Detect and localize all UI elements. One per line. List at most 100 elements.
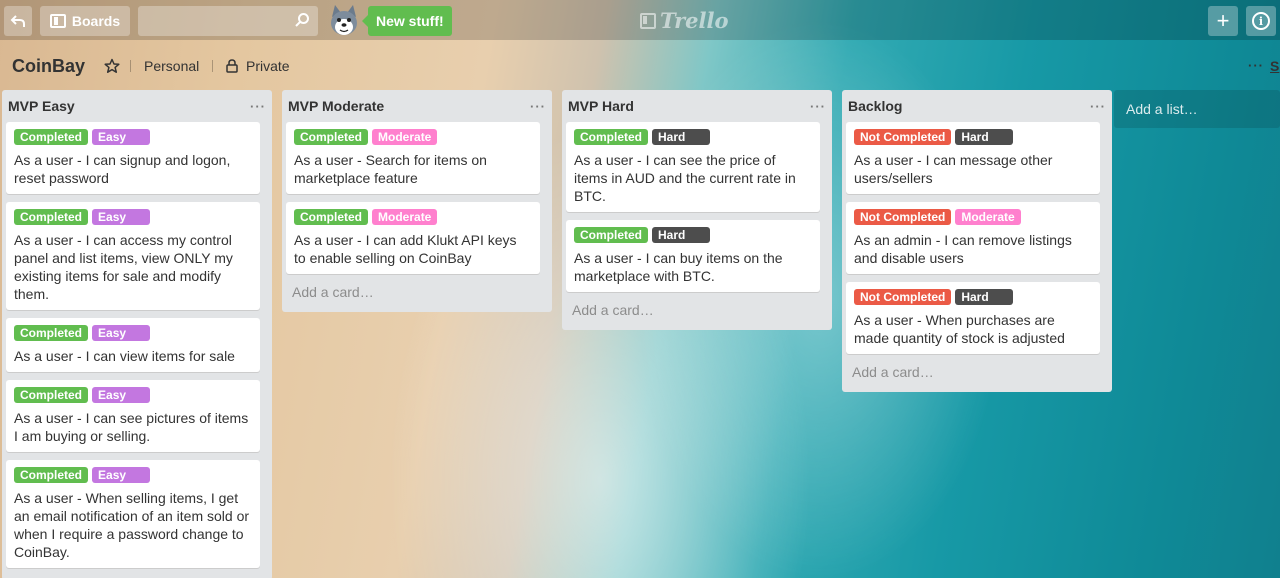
boards-button[interactable]: Boards: [40, 6, 130, 36]
card-title: As a user - I can add Klukt API keys to …: [294, 232, 517, 266]
card[interactable]: Completed Easy As a user - When selling it…: [6, 460, 260, 568]
list-menu-icon[interactable]: ···: [810, 99, 826, 114]
trello-logo[interactable]: Trello: [640, 8, 729, 33]
difficulty-label[interactable]: Easy: [92, 387, 151, 403]
search-input[interactable]: [138, 6, 318, 36]
add-card-button[interactable]: Add a card…: [846, 362, 1104, 384]
list-menu-icon[interactable]: ···: [250, 99, 266, 114]
divider: [130, 60, 131, 72]
menu-dots-icon[interactable]: ···: [1248, 58, 1264, 73]
top-header: Boards New stuff! Trello + i: [0, 0, 1280, 40]
card-title: As a user - I can message other users/se…: [854, 152, 1053, 186]
info-icon: i: [1252, 12, 1270, 30]
new-stuff-button[interactable]: New stuff!: [362, 6, 452, 36]
card[interactable]: Completed Easy As a user - I can view item…: [6, 318, 260, 372]
list-mvp-moderate: MVP Moderate ··· Completed Moderate As a use…: [282, 90, 552, 312]
list-title[interactable]: Backlog: [848, 98, 902, 114]
add-list-button[interactable]: Add a list…: [1114, 90, 1280, 128]
status-label[interactable]: Completed: [14, 209, 89, 225]
card-labels: Completed Easy: [14, 209, 252, 225]
boards-label: Boards: [71, 13, 121, 29]
status-label[interactable]: Completed: [574, 129, 649, 145]
difficulty-label[interactable]: Moderate: [372, 209, 438, 225]
card-title: As an admin - I can remove listings and …: [854, 232, 1072, 266]
star-icon[interactable]: [104, 58, 120, 74]
lock-icon: [226, 59, 238, 73]
card-labels: Completed Easy: [14, 129, 252, 145]
card-title: As a user - I can buy items on the marke…: [574, 250, 783, 284]
difficulty-label[interactable]: Hard: [652, 129, 711, 145]
card-labels: Completed Easy: [14, 387, 252, 403]
status-label[interactable]: Completed: [294, 209, 369, 225]
status-label[interactable]: Not Completed: [854, 209, 952, 225]
status-label[interactable]: Completed: [14, 467, 89, 483]
card-title: As a user - When selling items, I get an…: [14, 490, 250, 560]
difficulty-label[interactable]: Moderate: [955, 209, 1021, 225]
board-header: CoinBay Personal Private ··· S: [0, 46, 1280, 86]
difficulty-label[interactable]: Easy: [92, 209, 151, 225]
list-header: MVP Moderate ···: [286, 90, 546, 122]
card[interactable]: Completed Easy As a user - I can access my…: [6, 202, 260, 310]
card-title: As a user - I can view items for sale: [14, 348, 235, 364]
card-labels: Completed Easy: [14, 325, 252, 341]
status-label[interactable]: Completed: [14, 387, 89, 403]
difficulty-label[interactable]: Hard: [652, 227, 711, 243]
add-card-button[interactable]: Add a card…: [286, 282, 544, 304]
card[interactable]: Completed Easy As a user - I can signup an…: [6, 122, 260, 194]
list-mvp-hard: MVP Hard ··· Completed Hard As a user - I ca…: [562, 90, 832, 330]
card-labels: Completed Moderate: [294, 209, 532, 225]
show-menu-link[interactable]: S: [1270, 58, 1279, 74]
card-labels: Not Completed Hard: [854, 129, 1092, 145]
card-labels: Completed Hard: [574, 129, 812, 145]
search-icon[interactable]: [294, 12, 310, 28]
status-label[interactable]: Completed: [14, 129, 89, 145]
list-title[interactable]: MVP Moderate: [288, 98, 384, 114]
card-title: As a user - I can see the price of items…: [574, 152, 796, 204]
status-label[interactable]: Not Completed: [854, 289, 952, 305]
card[interactable]: Completed Easy As a user - I can see pictu…: [6, 380, 260, 452]
card-title: As a user - I can access my control pane…: [14, 232, 233, 302]
plus-icon: +: [1216, 8, 1230, 33]
status-label[interactable]: Completed: [14, 325, 89, 341]
card-title: As a user - When purchases are made quan…: [854, 312, 1065, 346]
add-card-button[interactable]: Add a card…: [566, 300, 824, 322]
list-title[interactable]: MVP Easy: [8, 98, 75, 114]
list-header: MVP Hard ···: [566, 90, 826, 122]
card[interactable]: Completed Moderate As a user - I can add K…: [286, 202, 540, 274]
status-label[interactable]: Completed: [294, 129, 369, 145]
card[interactable]: Completed Hard As a user - I can see the p…: [566, 122, 820, 212]
card-labels: Not Completed Moderate: [854, 209, 1092, 225]
card[interactable]: Not Completed Hard As a user - When purcha…: [846, 282, 1100, 354]
difficulty-label[interactable]: Hard: [955, 129, 1014, 145]
difficulty-label[interactable]: Easy: [92, 467, 151, 483]
add-button[interactable]: +: [1208, 6, 1238, 36]
difficulty-label[interactable]: Moderate: [372, 129, 438, 145]
status-label[interactable]: Not Completed: [854, 129, 952, 145]
status-label[interactable]: Completed: [574, 227, 649, 243]
back-button[interactable]: [4, 6, 32, 36]
list-header: Backlog ···: [846, 90, 1106, 122]
card[interactable]: Completed Hard As a user - I can buy items…: [566, 220, 820, 292]
card-labels: Completed Easy: [14, 467, 252, 483]
team-button[interactable]: Personal: [144, 58, 199, 74]
back-arrow-icon: [10, 15, 25, 27]
list-backlog: Backlog ··· Not Completed Hard As a user - I…: [842, 90, 1112, 392]
card-title: As a user - I can see pictures of items …: [14, 410, 249, 444]
board-title[interactable]: CoinBay: [12, 56, 85, 77]
card[interactable]: Completed Moderate As a user - Search for …: [286, 122, 540, 194]
info-button[interactable]: i: [1246, 6, 1276, 36]
list-header: MVP Easy ···: [6, 90, 266, 122]
difficulty-label[interactable]: Easy: [92, 129, 151, 145]
card[interactable]: Not Completed Hard As a user - I can messa…: [846, 122, 1100, 194]
difficulty-label[interactable]: Hard: [955, 289, 1014, 305]
visibility-button[interactable]: Private: [246, 58, 290, 74]
list-title[interactable]: MVP Hard: [568, 98, 634, 114]
list-menu-icon[interactable]: ···: [1090, 99, 1106, 114]
card-title: As a user - I can signup and logon, rese…: [14, 152, 231, 186]
taco-mascot-icon[interactable]: [326, 3, 362, 39]
list-menu-icon[interactable]: ···: [530, 99, 546, 114]
card[interactable]: Not Completed Moderate As an admin - I can…: [846, 202, 1100, 274]
card-labels: Not Completed Hard: [854, 289, 1092, 305]
difficulty-label[interactable]: Easy: [92, 325, 151, 341]
divider: [212, 60, 213, 72]
